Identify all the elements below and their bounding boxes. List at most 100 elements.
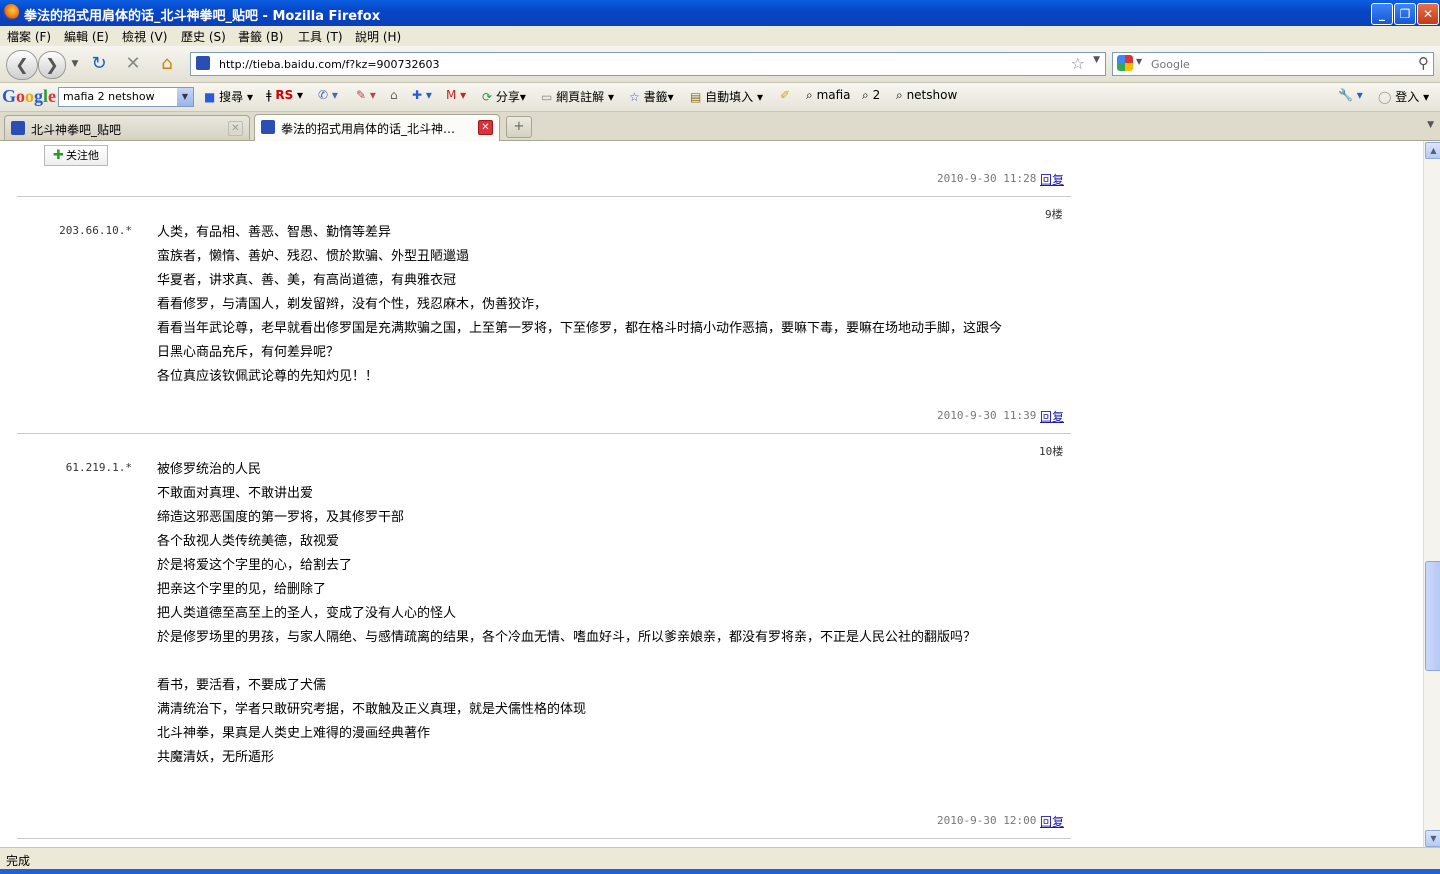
plus-icon: ✚	[53, 148, 64, 163]
tab-bar: 北斗神拳吧_贴吧 ✕ 拳法的招式用肩体的话_北斗神… ✕ ▼	[0, 112, 1440, 141]
gmail-check-icon[interactable]: ✆ ▾	[318, 88, 338, 102]
term-netshow-button[interactable]: ⌕ netshow	[896, 88, 957, 103]
restore-button[interactable]: ❐	[1394, 3, 1416, 25]
news-icon[interactable]: ✎ ▾	[356, 88, 376, 102]
annotate-button[interactable]: ▭ 網頁註解 ▾	[541, 88, 614, 105]
signin-label: 登入	[1395, 90, 1420, 104]
scroll-down-icon[interactable]: ▼	[1425, 830, 1440, 847]
bookmarks-label: 書籤	[643, 90, 668, 104]
post-line: 把亲这个字里的见，给删除了	[157, 582, 327, 597]
url-dropdown-icon[interactable]: ▼	[1093, 55, 1100, 65]
floor-number: 9楼	[1045, 208, 1063, 221]
bookmarks-toolbar-button[interactable]: ☆ 書籤▾	[629, 88, 674, 105]
forward-button[interactable]: ❯	[38, 51, 66, 79]
post-line: 各位真应该钦佩武论尊的先知灼见！！	[157, 369, 379, 384]
vertical-scrollbar[interactable]: ▲ ▼	[1423, 141, 1440, 847]
stop-icon[interactable]: ✕	[122, 53, 144, 75]
post-line: 於是修罗场里的男孩，与家人隔绝、与感情疏离的结果，各个冷血无情、嗜血好斗，所以爹…	[157, 630, 977, 645]
menu-view[interactable]: 檢視 (V)	[122, 28, 167, 45]
signin-button[interactable]: ◯ 登入 ▾	[1378, 88, 1429, 105]
rs-label: RS	[275, 88, 294, 102]
history-dropdown-icon[interactable]: ▼	[64, 53, 86, 75]
menu-tools[interactable]: 工具 (T)	[298, 28, 343, 45]
floor-number: 10楼	[1039, 445, 1064, 458]
reply-link[interactable]: 回复	[1040, 813, 1064, 830]
star-icon: ☆	[629, 90, 640, 104]
reply-link[interactable]: 回复	[1040, 171, 1064, 188]
taskbar-edge	[0, 869, 1440, 874]
scroll-up-icon[interactable]: ▲	[1425, 142, 1440, 159]
post-line: 於是将爱这个字里的心，给割去了	[157, 558, 353, 573]
new-tab-button[interactable]: +	[506, 116, 532, 138]
reply-link[interactable]: 回复	[1040, 408, 1064, 425]
engine-dropdown-icon[interactable]: ▼	[1136, 57, 1142, 66]
term-2-label: 2	[872, 88, 881, 102]
scrollbar-thumb[interactable]	[1425, 561, 1440, 671]
tab-tieba-forum[interactable]: 北斗神拳吧_贴吧 ✕	[4, 115, 250, 140]
google-search-button[interactable]: ■ 搜尋 ▾	[204, 88, 253, 105]
post-timestamp: 2010-9-30 11:39	[937, 409, 1037, 422]
address-bar[interactable]: ☆ ▼	[190, 52, 1106, 76]
firefox-logo-icon	[3, 4, 19, 20]
post-line: 北斗神拳，果真是人类史上难得的漫画经典著作	[157, 726, 431, 741]
google-engine-icon[interactable]	[1117, 55, 1133, 71]
menu-file[interactable]: 檔案 (F)	[7, 28, 51, 45]
url-input[interactable]	[217, 55, 1061, 73]
back-button[interactable]: ❮	[6, 50, 38, 80]
post-divider	[17, 433, 1071, 434]
google-toolbar: Google mafia 2 netshow ▼ ■ 搜尋 ▾ ǂ RS ▾ ✆…	[0, 83, 1440, 112]
tab-current-thread[interactable]: 拳法的招式用肩体的话_北斗神… ✕	[254, 114, 500, 141]
window-title: 拳法的招式用肩体的话_北斗神拳吧_贴吧 - Mozilla Firefox	[24, 9, 381, 24]
share-icon: ⟳	[482, 90, 493, 104]
search-input[interactable]	[1149, 55, 1403, 73]
menu-history[interactable]: 歷史 (S)	[181, 28, 226, 45]
form-icon: ▤	[690, 90, 702, 104]
reload-icon[interactable]: ↻	[88, 53, 110, 75]
gmail-icon[interactable]: M ▾	[446, 88, 466, 102]
term-mafia-button[interactable]: ⌕ mafia	[806, 88, 851, 103]
post-timestamp: 2010-9-30 12:00	[937, 814, 1037, 827]
close-tab-icon[interactable]: ✕	[478, 120, 493, 135]
wrench-icon[interactable]: 🔧 ▾	[1338, 88, 1363, 102]
term-2-button[interactable]: ⌕ 2	[862, 88, 880, 103]
search-icon[interactable]: ⚲	[1418, 54, 1429, 72]
menu-bookmarks[interactable]: 書籤 (B)	[238, 28, 283, 45]
menu-edit[interactable]: 編輯 (E)	[64, 28, 109, 45]
menu-help[interactable]: 說明 (H)	[355, 28, 401, 45]
minimize-button[interactable]: _	[1371, 3, 1393, 25]
status-text: 完成	[6, 854, 31, 868]
share-label: 分享	[495, 90, 520, 104]
post-line: 华夏者，讲求真、善、美，有高尚道德，有典雅衣冠	[157, 273, 457, 288]
baidu-paw-icon	[11, 121, 25, 135]
post-line: 共魔清妖，无所遁形	[157, 750, 275, 765]
close-window-button[interactable]: ✕	[1417, 3, 1439, 25]
post-divider	[17, 196, 1071, 197]
autofill-label: 自動填入	[705, 90, 754, 104]
post-body: 人类，有品相、善恶、智愚、勤惰等差异 蛮族者，懒惰、善妒、残忍、惯於欺骗、外型丑…	[157, 221, 1069, 389]
tab-list-icon[interactable]: ▼	[1427, 120, 1434, 130]
term-netshow-label: netshow	[906, 88, 958, 102]
poster-ip: 203.66.10.*	[59, 224, 132, 237]
search-bar[interactable]: ▼ ⚲	[1112, 52, 1434, 76]
chevron-down-icon[interactable]: ▼	[177, 88, 193, 106]
post-line: 不敢面对真理、不敢讲出爱	[157, 486, 314, 501]
share-button[interactable]: ⟳ 分享▾	[482, 88, 526, 105]
plus-icon[interactable]: ✚ ▾	[412, 88, 432, 102]
close-tab-icon[interactable]: ✕	[228, 121, 243, 136]
google-query-value: mafia 2 netshow	[63, 90, 155, 103]
post-body: 被修罗统治的人民 不敢面对真理、不敢讲出爱 缔造这邪恶国度的第一罗将，及其修罗干…	[157, 458, 1069, 770]
home-icon[interactable]: ⌂	[156, 53, 178, 75]
post-line: 各个敌视人类传统美德，敌视爱	[157, 534, 340, 549]
user-circle-icon: ◯	[1378, 90, 1392, 104]
google-query-select[interactable]: mafia 2 netshow ▼	[58, 87, 194, 107]
post-line: 看书，要活看，不要成了犬儒	[157, 678, 327, 693]
autofill-button[interactable]: ▤ 自動填入 ▾	[690, 88, 763, 105]
bookmark-star-icon[interactable]: ☆	[1071, 54, 1085, 73]
follow-button[interactable]: ✚ 关注他	[44, 145, 108, 166]
rs-button[interactable]: ǂ RS ▾	[266, 88, 303, 102]
window-title-bar: 拳法的招式用肩体的话_北斗神拳吧_贴吧 - Mozilla Firefox _ …	[0, 0, 1440, 26]
bank-icon[interactable]: ⌂	[390, 88, 398, 102]
comment-icon: ▭	[541, 90, 553, 104]
magnifier-icon: ⌕	[896, 88, 903, 102]
highlighter-icon[interactable]: ✐	[780, 88, 790, 102]
